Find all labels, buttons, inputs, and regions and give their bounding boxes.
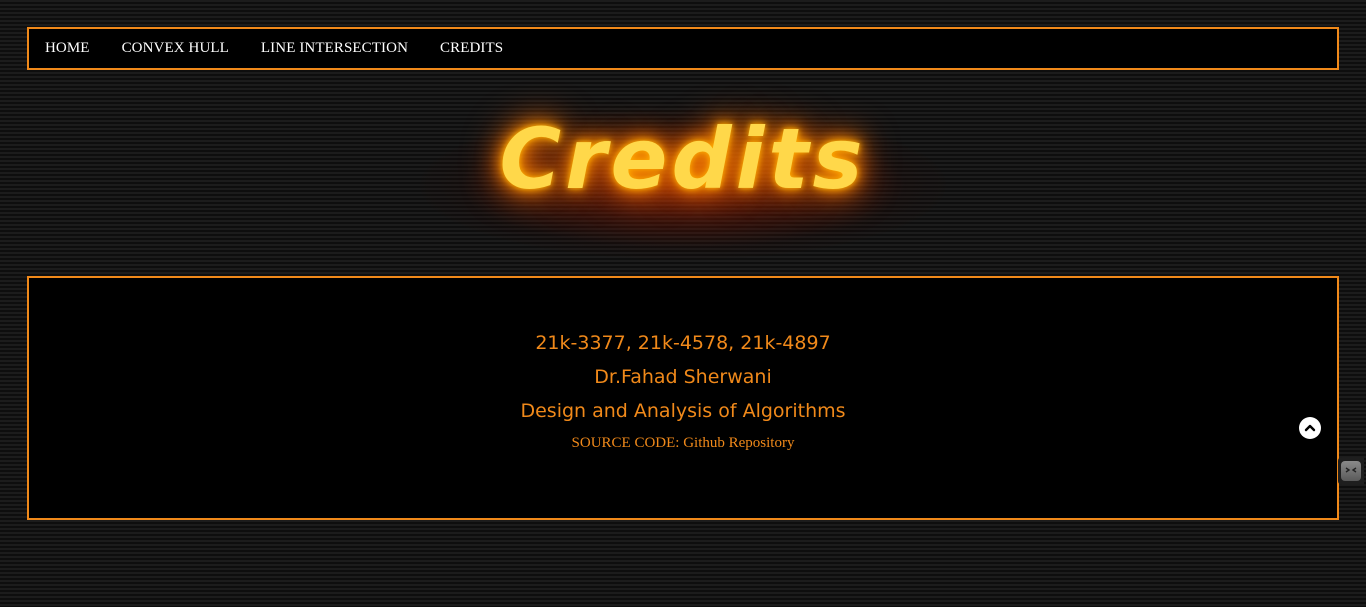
chevron-up-icon [1304,424,1316,432]
face-icon [1341,461,1361,481]
page-title: Credits [499,109,867,208]
credits-panel: 21k-3377, 21k-4578, 21k-4897 Dr.Fahad Sh… [27,276,1339,520]
side-widget-button[interactable] [1338,457,1364,485]
nav-line-intersection-link[interactable]: LINE INTERSECTION [261,40,408,57]
navbar: HOME CONVEX HULL LINE INTERSECTION CREDI… [27,27,1339,70]
nav-home-link[interactable]: HOME [45,40,90,57]
instructor-name: Dr.Fahad Sherwani [594,366,772,388]
nav-credits-link[interactable]: CREDITS [440,40,503,57]
hero-section: Credits [0,100,1366,270]
github-repository-link[interactable]: Github Repository [683,435,794,451]
nav-convex-hull-link[interactable]: CONVEX HULL [122,40,229,57]
nav-links: HOME CONVEX HULL LINE INTERSECTION CREDI… [45,40,535,57]
course-name: Design and Analysis of Algorithms [520,400,846,422]
source-code-line: SOURCE CODE: Github Repository [29,428,1337,458]
credits-content: 21k-3377, 21k-4578, 21k-4897 Dr.Fahad Sh… [29,326,1337,458]
scroll-to-top-button[interactable] [1299,417,1321,439]
source-code-label: SOURCE CODE: [571,435,684,451]
student-ids: 21k-3377, 21k-4578, 21k-4897 [535,332,831,354]
